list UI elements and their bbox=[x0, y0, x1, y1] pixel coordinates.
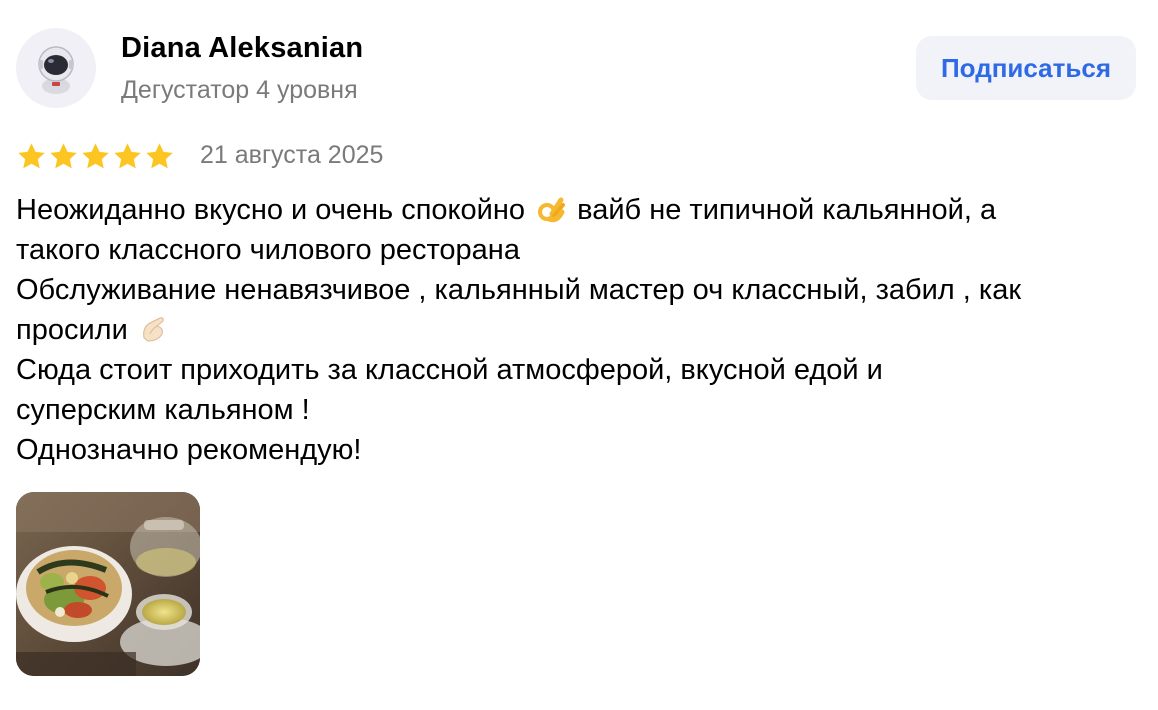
review-line: Однозначно рекомендую! bbox=[16, 434, 362, 466]
review-date: 21 августа 2025 bbox=[200, 141, 384, 169]
star-icon bbox=[50, 142, 77, 168]
review-line-text: просили bbox=[16, 314, 128, 346]
review-line: суперским кальяном ! bbox=[16, 394, 310, 426]
review-card: Diana Aleksanian Дегустатор 4 уровня Под… bbox=[0, 0, 1158, 710]
avatar[interactable] bbox=[16, 28, 96, 108]
star-icon bbox=[18, 142, 45, 168]
review-line: Обслуживание ненавязчивое , кальянный ма… bbox=[16, 274, 1022, 306]
review-line: просили bbox=[16, 310, 1146, 350]
astronaut-icon bbox=[38, 46, 74, 94]
review-line: Сюда стоит приходить за классной атмосфе… bbox=[16, 354, 883, 386]
review-line: Неожиданно вкусно и очень спокойно вайб … bbox=[16, 190, 1146, 230]
review-photo[interactable] bbox=[16, 492, 200, 676]
review-line-text: вайб не типичной кальянной, а bbox=[569, 194, 997, 226]
ok-hand-icon bbox=[538, 197, 566, 223]
review-line-text: Неожиданно вкусно и очень спокойно bbox=[16, 194, 526, 226]
review-text: Неожиданно вкусно и очень спокойно вайб … bbox=[16, 190, 1146, 470]
star-icon bbox=[114, 142, 141, 168]
subscribe-button[interactable]: Подписаться bbox=[916, 36, 1136, 100]
pinching-hand-icon bbox=[143, 317, 164, 342]
author-level: Дегустатор 4 уровня bbox=[121, 76, 358, 104]
review-line: такого классного чилового ресторана bbox=[16, 234, 520, 266]
food-photo bbox=[16, 492, 200, 676]
author-name[interactable]: Diana Aleksanian bbox=[121, 32, 363, 65]
rating-stars bbox=[16, 138, 175, 174]
star-icon bbox=[82, 142, 109, 168]
star-icon bbox=[146, 142, 173, 168]
